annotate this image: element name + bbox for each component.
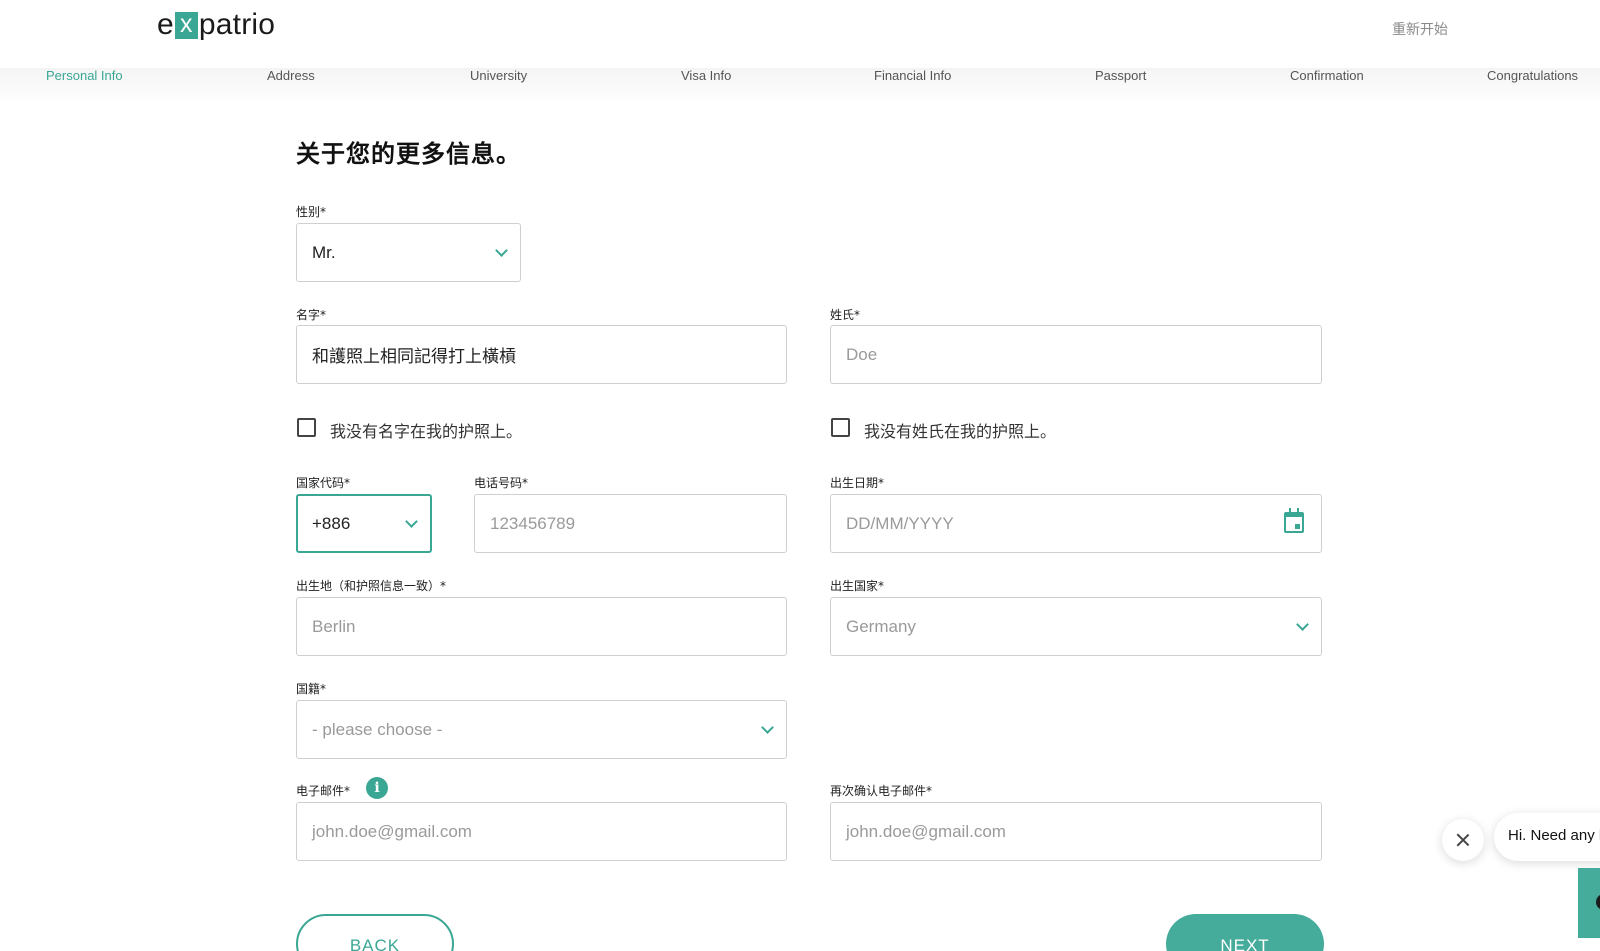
email-placeholder: john.doe@gmail.com	[312, 821, 472, 841]
last-name-placeholder: Doe	[846, 344, 878, 364]
no-first-name-label: 我没有名字在我的护照上。	[330, 422, 523, 441]
chevron-down-icon	[405, 514, 418, 528]
step-congratulations[interactable]: Congratulations	[1487, 68, 1578, 83]
no-last-name-label: 我没有姓氏在我的护照上。	[864, 422, 1057, 441]
info-icon[interactable]: i	[366, 777, 388, 799]
country-code-select[interactable]: +886	[296, 494, 432, 553]
birth-date-input[interactable]: DD/MM/YYYY	[830, 494, 1322, 553]
phone-input[interactable]: 123456789	[474, 494, 787, 553]
chat-launcher-button[interactable]	[1578, 868, 1600, 938]
email-confirm-input[interactable]: john.doe@gmail.com	[830, 802, 1322, 861]
chevron-down-icon	[1296, 617, 1309, 631]
page: e x patrio 重新开始 Personal Info Address Univ…	[0, 0, 1600, 951]
first-name-label: 名字*	[296, 308, 327, 322]
gender-label: 性别*	[296, 205, 327, 219]
country-code-label: 国家代码*	[296, 476, 351, 490]
logo-suffix: patrio	[198, 8, 276, 41]
first-name-input[interactable]: 和護照上相同記得打上橫槓	[296, 325, 787, 384]
birth-country-label: 出生国家*	[830, 579, 885, 593]
page-title: 关于您的更多信息。	[296, 140, 521, 168]
nationality-placeholder: - please choose -	[312, 719, 443, 739]
no-last-name-checkbox[interactable]	[831, 418, 850, 437]
restart-link[interactable]: 重新开始	[1392, 19, 1448, 39]
birth-date-placeholder: DD/MM/YYYY	[846, 513, 954, 533]
no-first-name-checkbox[interactable]	[297, 418, 316, 437]
calendar-icon[interactable]	[1284, 508, 1304, 533]
step-personal-info[interactable]: Personal Info	[46, 68, 123, 83]
step-financial-info[interactable]: Financial Info	[874, 68, 951, 83]
next-button[interactable]: NEXT	[1166, 914, 1324, 951]
phone-placeholder: 123456789	[490, 513, 576, 533]
birth-place-placeholder: Berlin	[312, 616, 356, 636]
step-university[interactable]: University	[470, 68, 527, 83]
chat-greeting-bubble[interactable]: Hi. Need any h	[1494, 813, 1600, 861]
last-name-input[interactable]: Doe	[830, 325, 1322, 384]
email-confirm-label: 再次确认电子邮件*	[830, 784, 933, 798]
header: e x patrio 重新开始	[0, 0, 1600, 68]
email-confirm-placeholder: john.doe@gmail.com	[846, 821, 1006, 841]
email-input[interactable]: john.doe@gmail.com	[296, 802, 787, 861]
step-address[interactable]: Address	[267, 68, 315, 83]
chevron-down-icon	[495, 243, 508, 257]
chat-close-icon[interactable]	[1442, 819, 1484, 861]
logo-x-mark: x	[174, 11, 198, 39]
last-name-label: 姓氏*	[830, 308, 861, 322]
nationality-label: 国籍*	[296, 682, 327, 696]
back-button[interactable]: BACK	[296, 914, 454, 951]
gender-value: Mr.	[312, 242, 336, 262]
phone-label: 电话号码*	[474, 476, 529, 490]
birth-place-label: 出生地（和护照信息一致）*	[296, 579, 447, 593]
expatrio-logo[interactable]: e x patrio	[157, 8, 275, 42]
birth-country-placeholder: Germany	[846, 616, 916, 636]
birth-place-input[interactable]: Berlin	[296, 597, 787, 656]
birth-country-select[interactable]: Germany	[830, 597, 1322, 656]
logo-prefix: e	[157, 8, 174, 41]
country-code-value: +886	[312, 513, 351, 533]
step-confirmation[interactable]: Confirmation	[1290, 68, 1364, 83]
chevron-down-icon	[761, 720, 774, 734]
nationality-select[interactable]: - please choose -	[296, 700, 787, 759]
email-label: 电子邮件*	[296, 784, 351, 798]
birth-date-label: 出生日期*	[830, 476, 885, 490]
progress-steps: Personal Info Address University Visa In…	[0, 68, 1600, 104]
step-visa-info[interactable]: Visa Info	[681, 68, 731, 83]
gender-select[interactable]: Mr.	[296, 223, 521, 282]
step-passport[interactable]: Passport	[1095, 68, 1146, 83]
first-name-value: 和護照上相同記得打上橫槓	[312, 347, 516, 366]
